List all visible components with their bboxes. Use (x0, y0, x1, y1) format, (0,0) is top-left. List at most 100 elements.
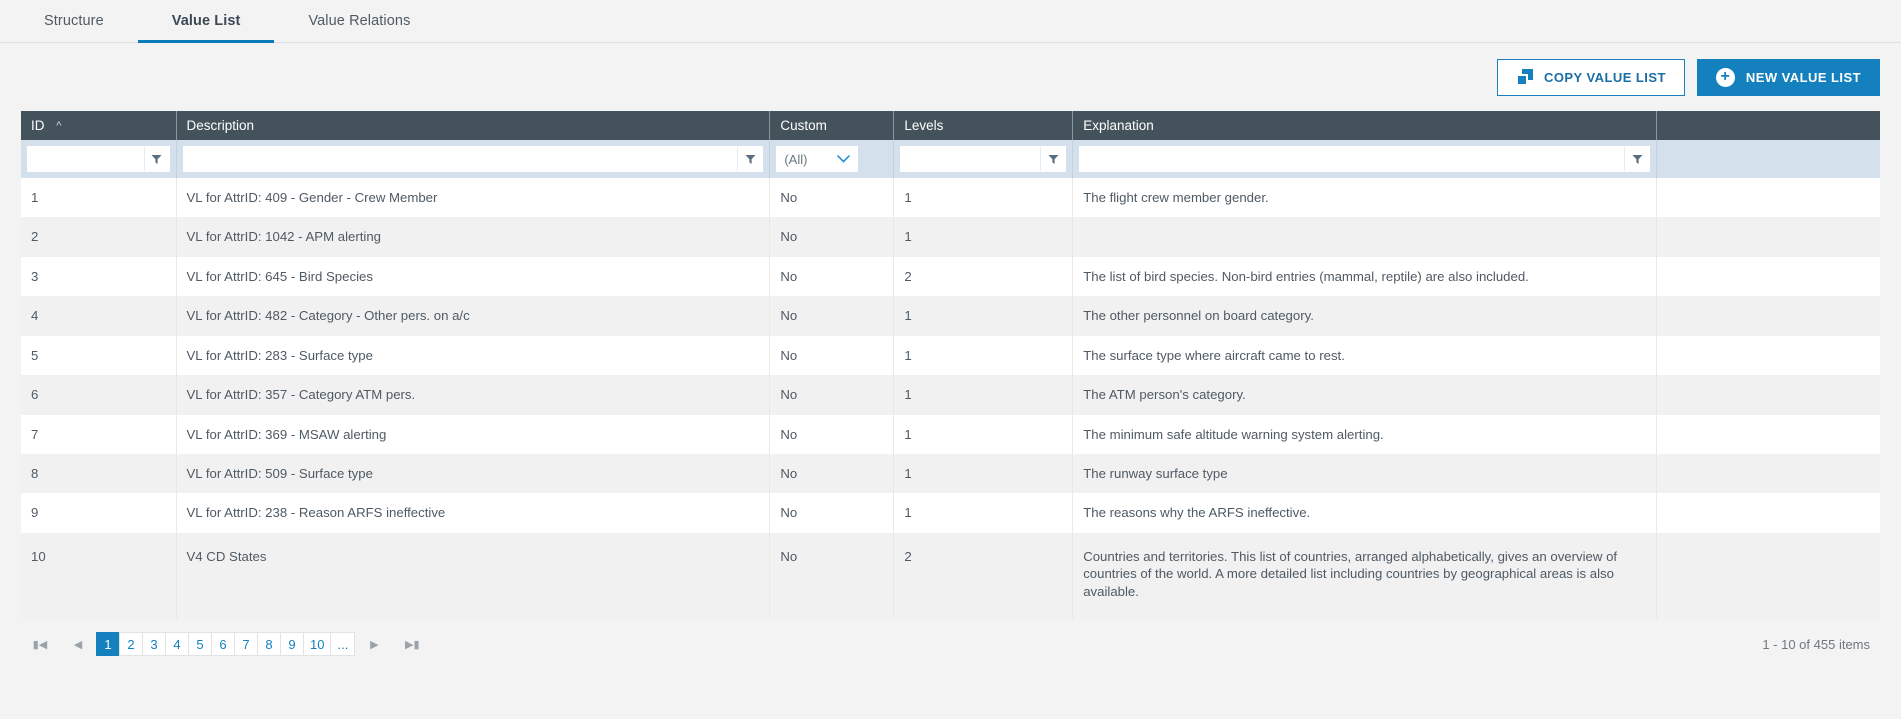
cell-spacer (1656, 335, 1880, 376)
table-row[interactable]: 2 VL for AttrID: 1042 - APM alerting No 1 (21, 217, 1880, 257)
cell-custom: No (769, 217, 895, 257)
filter-input-description[interactable] (183, 147, 738, 171)
cell-levels: 1 (893, 217, 1074, 257)
filter-funnel-icon[interactable] (143, 147, 169, 171)
tab-value-list-label: Value List (171, 13, 241, 29)
page-button-1[interactable]: 1 (96, 632, 120, 657)
tab-structure[interactable]: Structure (10, 0, 138, 42)
table-row[interactable]: 9 VL for AttrID: 238 - Reason ARFS ineffe… (21, 493, 1880, 533)
page-button-7[interactable]: 7 (234, 632, 258, 657)
new-value-list-button[interactable]: + NEW VALUE LIST (1696, 58, 1880, 96)
pager-items-info: 1 - 10 of 455 items (1762, 636, 1870, 652)
cell-description: VL for AttrID: 238 - Reason ARFS ineffec… (176, 493, 771, 533)
filter-description[interactable] (182, 146, 764, 172)
column-header-custom-label: Custom (780, 118, 827, 133)
page-button-4[interactable]: 4 (165, 632, 189, 657)
cell-explanation: The runway surface type (1072, 453, 1658, 494)
previous-page-icon[interactable]: ◀ (65, 631, 91, 657)
sort-ascending-icon: ^ (56, 120, 62, 132)
copy-icon (1516, 68, 1534, 86)
column-header-spacer (1656, 111, 1880, 140)
filter-cell-id (21, 140, 177, 178)
filter-dropdown-custom-value: (All) (784, 151, 808, 167)
filter-id[interactable] (27, 146, 170, 172)
column-header-id[interactable]: ID ^ (21, 111, 177, 140)
plus-circle-icon: + (1715, 67, 1735, 87)
cell-spacer (1656, 256, 1880, 297)
first-page-icon[interactable]: ▮◀ (27, 631, 53, 657)
cell-levels: 1 (893, 178, 1074, 218)
page-button-5[interactable]: 5 (188, 632, 212, 657)
filter-explanation[interactable] (1079, 146, 1651, 172)
table-row[interactable]: 7 VL for AttrID: 369 - MSAW alerting No 1 Th… (21, 414, 1880, 454)
cell-description: VL for AttrID: 409 - Gender - Crew Membe… (176, 178, 771, 218)
cell-explanation: Countries and territories. This list of … (1072, 532, 1658, 620)
value-list-grid: ID ^ Description Custom Levels Explanati… (21, 111, 1880, 620)
copy-value-list-button[interactable]: COPY VALUE LIST (1497, 58, 1685, 96)
page-button-more[interactable]: ... (330, 632, 356, 657)
filter-dropdown-custom[interactable]: (All) (776, 146, 859, 172)
table-row[interactable]: 4 VL for AttrID: 482 - Category - Other p… (21, 296, 1880, 336)
cell-explanation: The ATM person's category. (1072, 375, 1658, 415)
filter-cell-levels (893, 140, 1074, 178)
value-list-grid-container: ID ^ Description Custom Levels Explanati… (0, 111, 1901, 620)
cell-explanation: The list of bird species. Non-bird entri… (1072, 256, 1658, 297)
table-row[interactable]: 5 VL for AttrID: 283 - Surface type No 1 The… (21, 335, 1880, 376)
cell-levels: 1 (893, 375, 1074, 415)
cell-id: 6 (21, 375, 177, 415)
page-button-8[interactable]: 8 (257, 632, 281, 657)
filter-funnel-icon[interactable] (737, 147, 762, 171)
cell-custom: No (769, 178, 895, 218)
column-header-description[interactable]: Description (176, 111, 771, 140)
column-header-explanation[interactable]: Explanation (1072, 111, 1658, 140)
cell-description: VL for AttrID: 645 - Bird Species (176, 256, 771, 297)
table-row[interactable]: 10 V4 CD States No 2 Countries and territori… (21, 532, 1880, 620)
next-page-icon[interactable]: ▶ (361, 631, 387, 657)
column-header-levels[interactable]: Levels (893, 111, 1074, 140)
cell-custom: No (769, 256, 895, 297)
page-button-2[interactable]: 2 (119, 632, 143, 657)
filter-input-explanation[interactable] (1080, 147, 1625, 171)
grid-head: ID ^ Description Custom Levels Explanati… (21, 111, 1880, 178)
page-button-6[interactable]: 6 (211, 632, 235, 657)
filter-cell-spacer (1656, 140, 1880, 178)
filter-funnel-icon[interactable] (1624, 147, 1649, 171)
grid-body: 1 VL for AttrID: 409 - Gender - Crew Memb… (21, 178, 1880, 620)
cell-spacer (1656, 532, 1880, 620)
toolbar: COPY VALUE LIST + NEW VALUE LIST (0, 43, 1901, 111)
filter-funnel-icon[interactable] (1040, 147, 1065, 171)
filter-input-levels[interactable] (901, 147, 1041, 171)
cell-spacer (1656, 493, 1880, 533)
last-page-icon[interactable]: ▶▮ (399, 631, 425, 657)
chevron-down-icon (837, 155, 851, 163)
cell-custom: No (769, 335, 895, 376)
tab-value-list[interactable]: Value List (137, 0, 275, 43)
cell-description: VL for AttrID: 357 - Category ATM pers. (176, 375, 771, 415)
table-row[interactable]: 1 VL for AttrID: 409 - Gender - Crew Memb… (21, 178, 1880, 218)
table-row[interactable]: 8 VL for AttrID: 509 - Surface type No 1 The… (21, 453, 1880, 494)
cell-spacer (1656, 178, 1880, 218)
filter-levels[interactable] (900, 146, 1067, 172)
column-header-custom[interactable]: Custom (769, 111, 895, 140)
page-button-3[interactable]: 3 (142, 632, 166, 657)
cell-levels: 2 (893, 256, 1074, 297)
column-header-explanation-label: Explanation (1083, 118, 1154, 133)
table-row[interactable]: 3 VL for AttrID: 645 - Bird Species No 2 The… (21, 256, 1880, 297)
cell-description: VL for AttrID: 1042 - APM alerting (176, 217, 771, 257)
grid-filter-row: (All) (21, 140, 1880, 178)
tab-value-relations[interactable]: Value Relations (274, 0, 444, 42)
page-button-9[interactable]: 9 (280, 632, 304, 657)
tab-structure-label: Structure (44, 13, 104, 29)
cell-id: 3 (21, 256, 177, 297)
cell-explanation: The surface type where aircraft came to … (1072, 335, 1658, 376)
cell-levels: 1 (893, 335, 1074, 376)
page-button-10[interactable]: 10 (303, 632, 332, 657)
table-row[interactable]: 6 VL for AttrID: 357 - Category ATM pers.… (21, 375, 1880, 415)
cell-custom: No (769, 532, 895, 620)
filter-input-id[interactable] (28, 147, 144, 171)
cell-description: V4 CD States (176, 532, 771, 620)
cell-id: 1 (21, 178, 177, 218)
cell-spacer (1656, 375, 1880, 415)
cell-explanation (1072, 217, 1658, 257)
cell-id: 7 (21, 414, 177, 454)
